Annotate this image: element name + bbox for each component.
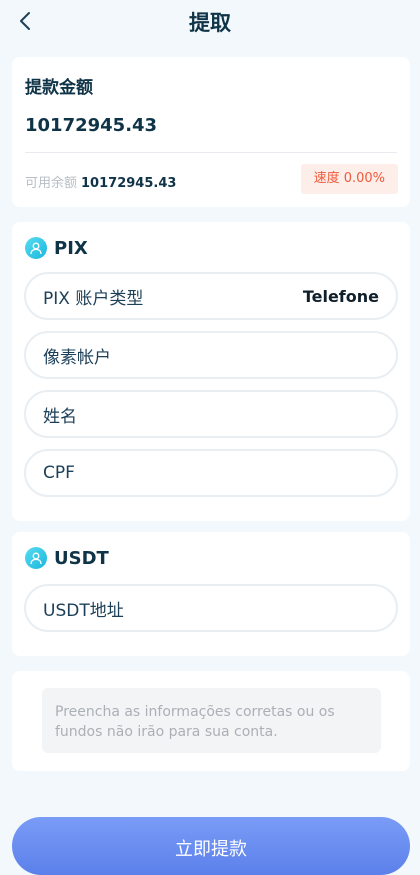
notice-text: Preencha as informações corretas ou os f… — [42, 688, 381, 753]
pix-account-type-label: PIX 账户类型 — [43, 288, 144, 309]
usdt-section-header: USDT — [25, 546, 109, 570]
user-icon — [25, 547, 47, 569]
amount-title: 提款金额 — [25, 78, 93, 98]
notice-card: Preencha as informações corretas ou os f… — [12, 671, 410, 771]
available-balance: 可用余额 10172945.43 — [25, 172, 176, 191]
withdraw-now-button[interactable]: 立即提款 — [12, 817, 410, 875]
cpf-placeholder: CPF — [43, 463, 75, 483]
pix-title: PIX — [54, 237, 88, 259]
balance-label: 可用余额 — [25, 176, 78, 191]
name-placeholder: 姓名 — [43, 406, 77, 427]
pix-account-type-value: Telefone — [302, 286, 379, 306]
user-icon — [25, 237, 47, 259]
page-title: 提取 — [189, 11, 231, 35]
usdt-card: USDT USDT地址 — [12, 532, 410, 656]
pix-account-type-select[interactable]: PIX 账户类型 Telefone — [24, 272, 398, 320]
rate-badge: 速度 0.00% — [300, 164, 398, 194]
balance-value: 10172945.43 — [81, 176, 177, 191]
pixel-account-input[interactable]: 像素帐户 — [24, 331, 398, 379]
name-input[interactable]: 姓名 — [24, 390, 398, 438]
usdt-title: USDT — [54, 547, 109, 569]
cpf-input[interactable]: CPF — [24, 449, 398, 497]
divider — [25, 152, 397, 153]
usdt-address-placeholder: USDT地址 — [43, 600, 124, 621]
pixel-account-placeholder: 像素帐户 — [43, 347, 111, 368]
pix-section-header: PIX — [25, 236, 88, 260]
withdraw-amount-card: 提款金额 10172945.43 可用余额 10172945.43 速度 0.00… — [12, 57, 410, 207]
usdt-address-input[interactable]: USDT地址 — [24, 584, 398, 632]
header-bar: 提取 — [0, 0, 420, 44]
pix-card: PIX PIX 账户类型 Telefone 像素帐户 姓名 CPF — [12, 222, 410, 521]
amount-value: 10172945.43 — [25, 115, 158, 136]
